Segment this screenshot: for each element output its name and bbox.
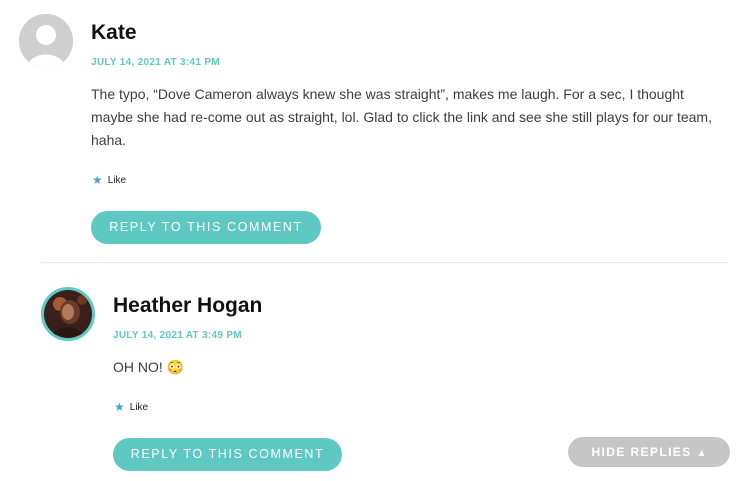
comment-text: The typo, “Dove Cameron always knew she … bbox=[91, 83, 731, 152]
like-button[interactable]: ★ Like bbox=[92, 174, 126, 186]
comment-text-line: The typo, “Dove Cameron always knew she … bbox=[91, 86, 684, 102]
comment-author[interactable]: Heather Hogan bbox=[113, 294, 262, 318]
star-icon: ★ bbox=[92, 173, 103, 187]
hide-replies-label: HIDE REPLIES bbox=[591, 445, 692, 459]
reply-button[interactable]: REPLY TO THIS COMMENT bbox=[91, 211, 321, 244]
comment-date[interactable]: JULY 14, 2021 AT 3:41 PM bbox=[91, 57, 220, 68]
comment-text-line: maybe she had re-come out as straight, l… bbox=[91, 109, 712, 125]
default-avatar-icon bbox=[19, 14, 73, 68]
comment-text: OH NO! 😳 bbox=[113, 359, 185, 375]
triangle-up-icon: ▲ bbox=[696, 448, 707, 459]
like-label: Like bbox=[107, 174, 127, 186]
user-photo-avatar-icon bbox=[41, 287, 95, 341]
comment-divider bbox=[41, 262, 727, 263]
like-button[interactable]: ★ Like bbox=[114, 401, 148, 413]
reply-button[interactable]: REPLY TO THIS COMMENT bbox=[113, 438, 342, 471]
comment-text-line: haha. bbox=[91, 132, 127, 148]
comment-date[interactable]: JULY 14, 2021 AT 3:49 PM bbox=[113, 330, 242, 341]
like-label: Like bbox=[129, 401, 149, 413]
star-icon: ★ bbox=[114, 400, 125, 414]
comment-author[interactable]: Kate bbox=[91, 21, 137, 45]
hide-replies-button[interactable]: HIDE REPLIES ▲ bbox=[568, 437, 730, 467]
